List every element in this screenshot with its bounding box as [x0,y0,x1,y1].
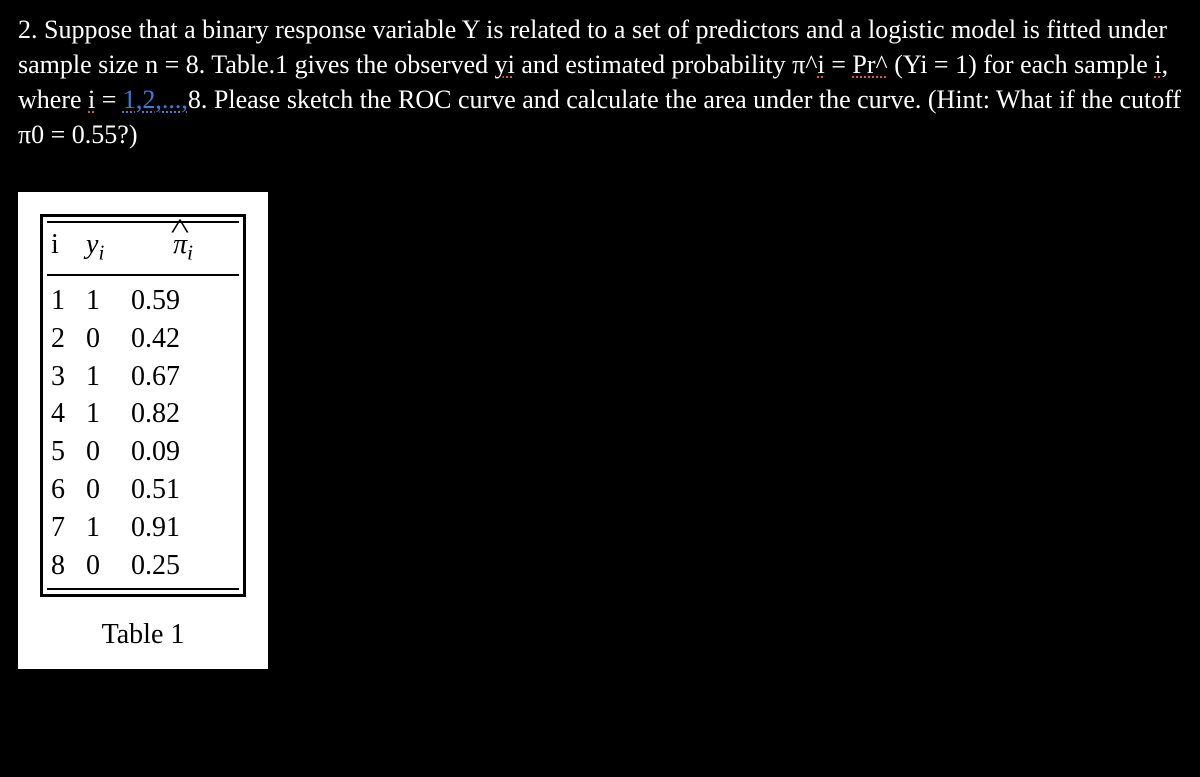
cell-y: 0 [86,547,131,585]
cell-i: 4 [51,395,86,433]
question-text: 2. Suppose that a binary response variab… [18,12,1182,152]
pi-hat-i: i [817,50,824,79]
cell-pi: 0.42 [131,320,235,358]
table-row: 1 1 0.59 [51,282,235,320]
cell-pi: 0.51 [131,471,235,509]
header-i: i [51,229,86,266]
question-number: 2. [18,15,38,44]
cell-y: 0 [86,320,131,358]
data-table-inner: i yi πi 1 1 0.59 2 0 0.42 3 1 0.67 [47,221,239,590]
question-part3: = [825,50,853,79]
data-table-outer: i yi πi 1 1 0.59 2 0 0.42 3 1 0.67 [40,214,246,597]
cell-i: 1 [51,282,86,320]
cell-i: 8 [51,547,86,585]
cell-i: 5 [51,433,86,471]
table-row: 4 1 0.82 [51,395,235,433]
cell-y: 1 [86,358,131,396]
cell-pi: 0.91 [131,509,235,547]
question-part4: (Yi = 1) for each sample [888,50,1155,79]
table-row: 8 0 0.25 [51,547,235,585]
question-part2: and estimated probability π^ [515,50,818,79]
observed-yi: yi [495,50,515,79]
cell-y: 1 [86,282,131,320]
cell-pi: 0.25 [131,547,235,585]
cell-pi: 0.82 [131,395,235,433]
cell-pi: 0.67 [131,358,235,396]
table-row: 7 1 0.91 [51,509,235,547]
cell-pi: 0.59 [131,282,235,320]
pr-hat: Pr^ [852,50,887,79]
cell-y: 1 [86,509,131,547]
cell-i: 7 [51,509,86,547]
cell-i: 3 [51,358,86,396]
cell-i: 6 [51,471,86,509]
sample-i-1: i [1154,50,1161,79]
table-row: 5 0 0.09 [51,433,235,471]
table-row: 2 0 0.42 [51,320,235,358]
header-y: yi [86,229,131,266]
table-card: i yi πi 1 1 0.59 2 0 0.42 3 1 0.67 [18,192,268,669]
table-row: 3 1 0.67 [51,358,235,396]
cell-y: 1 [86,395,131,433]
question-part6: = [95,85,123,114]
range-text: 1,2,..., [123,85,188,114]
question-part7: 8. Please sketch the ROC curve and calcu… [18,85,1181,149]
cell-pi: 0.09 [131,433,235,471]
table-caption: Table 1 [40,619,246,651]
cell-y: 0 [86,433,131,471]
table-header-row: i yi πi [47,223,239,276]
table-body: 1 1 0.59 2 0 0.42 3 1 0.67 4 1 0.82 [47,276,239,588]
cell-i: 2 [51,320,86,358]
cell-y: 0 [86,471,131,509]
header-pi: πi [131,229,235,266]
table-row: 6 0 0.51 [51,471,235,509]
